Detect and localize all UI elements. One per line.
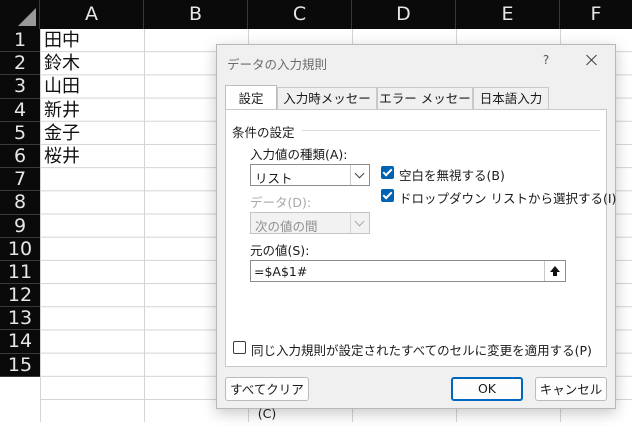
close-icon[interactable] — [583, 51, 601, 69]
row-header[interactable]: 4 — [0, 99, 40, 122]
source-input-value: =$A$1# — [254, 264, 308, 279]
criteria-group-label: 条件の設定 — [232, 125, 295, 140]
allow-label: 入力値の種類(A): — [250, 147, 348, 162]
source-label: 元の値(S): — [250, 243, 310, 258]
row-header[interactable]: 3 — [0, 75, 40, 99]
group-divider — [302, 130, 600, 131]
row-header[interactable]: 2 — [0, 52, 40, 76]
tab-ime[interactable]: 日本語入力 — [473, 87, 549, 109]
data-dropdown-value: 次の値の間 — [255, 219, 318, 234]
data-label: データ(D): — [250, 195, 312, 210]
chevron-down-icon — [354, 216, 365, 227]
source-input[interactable]: =$A$1# — [250, 260, 566, 282]
ignore-blank-checkbox[interactable] — [381, 166, 394, 179]
dialog-titlebar[interactable]: データの入力規則 ? — [217, 45, 615, 79]
dropdown-label[interactable]: ドロップダウン リストから選択する(I) — [399, 188, 616, 207]
apply-all-checkbox[interactable] — [233, 341, 246, 354]
row-header[interactable]: 12 — [0, 284, 40, 308]
column-header-b[interactable]: B — [144, 0, 248, 29]
row-header[interactable]: 9 — [0, 215, 40, 238]
row-header[interactable]: 8 — [0, 191, 40, 215]
row-header[interactable]: 7 — [0, 168, 40, 192]
allow-dropdown[interactable]: リスト — [250, 164, 370, 186]
cell-a1[interactable]: 田中 — [44, 29, 80, 52]
data-validation-dialog: データの入力規則 ? 設定 入力時メッセージ エラー メッセージ 日本語入力 条… — [216, 44, 616, 421]
column-header-f[interactable]: F — [560, 0, 632, 29]
cell-a2[interactable]: 鈴木 — [44, 52, 80, 75]
row-header[interactable]: 6 — [0, 145, 40, 169]
apply-all-label[interactable]: 同じ入力規則が設定されたすべてのセルに変更を適用する(P) — [251, 340, 592, 359]
row-header[interactable]: 13 — [0, 307, 40, 331]
column-header-d[interactable]: D — [352, 0, 456, 29]
cell-a4[interactable]: 新井 — [44, 99, 80, 122]
tab-input-message[interactable]: 入力時メッセージ — [277, 87, 377, 128]
row-headers: 1 2 3 4 5 6 7 8 9 10 11 12 13 14 15 — [0, 29, 40, 377]
collapse-dialog-icon — [550, 266, 560, 276]
chevron-down-icon — [354, 168, 365, 179]
cancel-button[interactable]: キャンセル — [535, 377, 607, 401]
dialog-title: データの入力規則 — [227, 57, 328, 72]
settings-panel: 条件の設定 入力値の種類(A): リスト 空白を無視する(B) ドロップダウン … — [225, 109, 616, 367]
row-header[interactable]: 10 — [0, 238, 40, 261]
help-button[interactable]: ? — [537, 53, 555, 67]
tab-error-message[interactable]: エラー メッセージ — [377, 87, 473, 128]
column-headers: A B C D E F — [40, 0, 632, 29]
cell-a3[interactable]: 山田 — [44, 75, 80, 98]
range-picker-button[interactable] — [544, 261, 565, 281]
row-header[interactable]: 5 — [0, 122, 40, 145]
allow-dropdown-button[interactable] — [350, 165, 369, 185]
ok-button[interactable]: OK — [451, 377, 523, 401]
data-dropdown-button — [350, 213, 369, 233]
row-header[interactable]: 1 — [0, 29, 40, 53]
column-header-a[interactable]: A — [40, 0, 144, 29]
row-header[interactable]: 15 — [0, 354, 40, 377]
ignore-blank-label[interactable]: 空白を無視する(B) — [399, 165, 505, 184]
column-header-e[interactable]: E — [456, 0, 560, 29]
select-all-corner[interactable] — [0, 0, 40, 29]
allow-dropdown-value: リスト — [255, 171, 293, 186]
cell-a5[interactable]: 金子 — [44, 122, 80, 145]
row-header[interactable]: 14 — [0, 330, 40, 354]
cell-a6[interactable]: 桜井 — [44, 145, 80, 168]
select-all-triangle-icon — [18, 8, 36, 26]
data-dropdown: 次の値の間 — [250, 212, 370, 234]
clear-all-button[interactable]: すべてクリア(C) — [225, 377, 309, 421]
tab-settings[interactable]: 設定 — [225, 85, 277, 109]
row-header[interactable]: 11 — [0, 261, 40, 285]
dropdown-checkbox[interactable] — [381, 189, 394, 202]
column-header-c[interactable]: C — [248, 0, 352, 29]
